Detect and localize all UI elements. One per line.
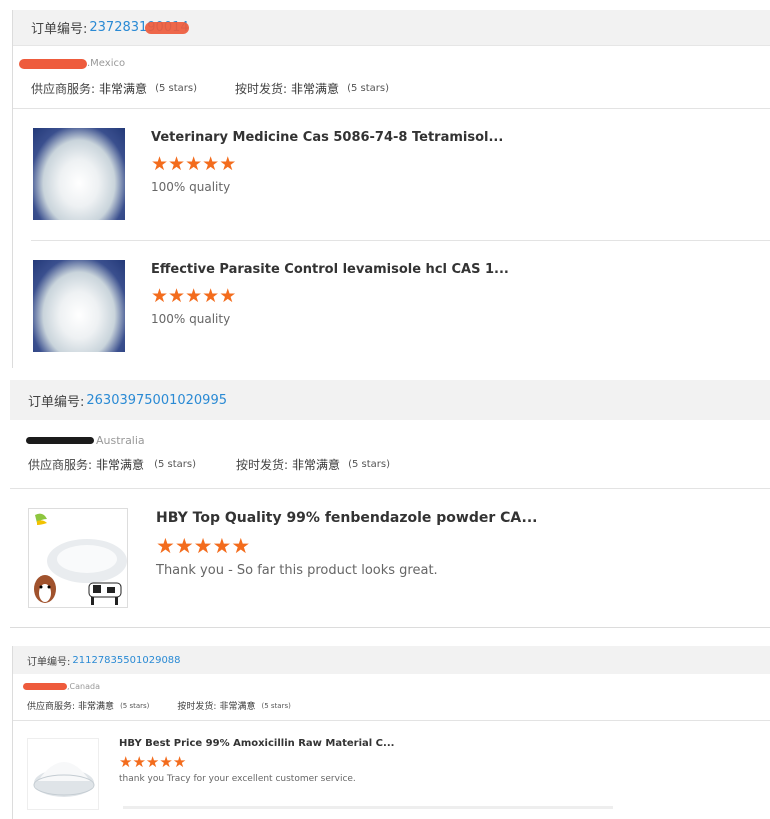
star-icon: ★	[119, 753, 133, 771]
order-number-label: 订单编号:	[28, 394, 85, 410]
item-info: HBY Top Quality 99% fenbendazole powder …	[156, 508, 537, 608]
star-icon: ★	[168, 285, 186, 307]
review-text: 100% quality	[151, 312, 231, 326]
divider	[13, 108, 770, 109]
rating-stars: ★ ★ ★ ★ ★	[151, 155, 503, 174]
ontime-value: 非常满意	[291, 82, 340, 96]
ontime-value: 非常满意	[219, 702, 256, 712]
supplier-service-label: 供应商服务:	[28, 458, 93, 472]
star-icon: ★	[151, 153, 169, 175]
supplier-service-value: 非常满意	[99, 82, 148, 96]
item-info: Effective Parasite Control levamisole hc…	[151, 260, 509, 352]
star-icon: ★	[212, 534, 232, 558]
item-info: HBY Best Price 99% Amoxicillin Raw Mater…	[119, 738, 394, 814]
divider	[10, 488, 770, 489]
order-card: 订单编号: 21127835501029088 ,Canada 供应商服务: 非…	[12, 646, 770, 819]
rating-stars: ★ ★ ★ ★ ★	[156, 536, 537, 557]
list-item: Effective Parasite Control levamisole hc…	[33, 260, 509, 352]
star-icon: ★	[219, 153, 237, 175]
product-title[interactable]: HBY Best Price 99% Amoxicillin Raw Mater…	[119, 738, 394, 749]
product-title[interactable]: Veterinary Medicine Cas 5086-74-8 Tetram…	[151, 130, 503, 145]
supplier-service-stars: (5 stars)	[154, 459, 196, 470]
order-header: 订单编号: 21127835501029088	[13, 646, 770, 674]
buyer-row: Australia	[26, 434, 145, 447]
buyer-row: ,Canada	[23, 682, 100, 691]
product-image[interactable]	[28, 508, 128, 608]
order-number-label: 订单编号:	[27, 656, 71, 668]
rating-stars: ★ ★ ★ ★ ★	[119, 755, 394, 770]
review-text: Thank you - So far this product looks gr…	[156, 563, 438, 578]
star-icon: ★	[193, 534, 213, 558]
powder-dish-icon	[33, 762, 95, 797]
star-icon: ★	[132, 753, 146, 771]
ontime-label: 按时发货:	[236, 458, 289, 472]
star-icon: ★	[159, 753, 173, 771]
ontime-value: 非常满意	[292, 458, 341, 472]
ontime-label: 按时发货:	[235, 82, 288, 96]
ontime-stars: (5 stars)	[348, 459, 390, 470]
supplier-service-stars: (5 stars)	[120, 701, 150, 710]
service-ratings: 供应商服务: 非常满意 (5 stars) 按时发货: 非常满意 (5 star…	[27, 699, 291, 713]
review-text: thank you Tracy for your excellent custo…	[119, 774, 356, 784]
product-title[interactable]: Effective Parasite Control levamisole hc…	[151, 262, 509, 277]
star-icon: ★	[202, 285, 220, 307]
supplier-service-label: 供应商服务:	[27, 702, 76, 712]
star-icon: ★	[185, 285, 203, 307]
star-icon: ★	[185, 153, 203, 175]
supplier-service-value: 非常满意	[96, 458, 145, 472]
ontime-label: 按时发货:	[177, 702, 217, 712]
star-icon: ★	[202, 153, 220, 175]
buyer-row: .Mexico	[19, 58, 125, 69]
redaction-mark	[144, 21, 189, 34]
supplier-service-value: 非常满意	[78, 702, 115, 712]
buyer-location: .Mexico	[87, 58, 126, 69]
order-card: 订单编号: 237283190014 .Mexico 供应商服务: 非常满意 (…	[12, 10, 770, 368]
star-icon: ★	[145, 753, 160, 771]
redaction-mark	[26, 437, 94, 444]
item-info: Veterinary Medicine Cas 5086-74-8 Tetram…	[151, 128, 503, 220]
star-icon: ★	[156, 534, 175, 558]
redaction-mark	[23, 683, 67, 690]
star-icon: ★	[231, 534, 251, 558]
redaction-mark	[19, 58, 87, 69]
order-number-label: 订单编号:	[31, 22, 88, 37]
service-ratings: 供应商服务: 非常满意 (5 stars) 按时发货: 非常满意 (5 star…	[31, 80, 389, 97]
list-item: HBY Best Price 99% Amoxicillin Raw Mater…	[27, 738, 394, 814]
rating-stars: ★ ★ ★ ★ ★	[151, 287, 509, 306]
ontime-stars: (5 stars)	[347, 83, 389, 94]
buyer-location: Australia	[96, 434, 145, 447]
order-number-link[interactable]: 21127835501029088	[72, 655, 180, 666]
product-image[interactable]	[27, 738, 99, 810]
divider	[31, 240, 770, 241]
star-icon: ★	[219, 285, 237, 307]
product-image[interactable]	[33, 128, 125, 220]
divider	[123, 806, 613, 809]
list-item: HBY Top Quality 99% fenbendazole powder …	[28, 508, 537, 608]
supplier-service-stars: (5 stars)	[155, 83, 197, 94]
order-card: 订单编号: 26303975001020995 Australia 供应商服务:…	[10, 380, 770, 628]
supplier-service-label: 供应商服务:	[31, 82, 96, 96]
star-icon: ★	[174, 534, 194, 558]
star-icon: ★	[168, 153, 186, 175]
ontime-stars: (5 stars)	[261, 701, 291, 710]
order-header: 订单编号: 26303975001020995	[10, 380, 770, 420]
list-item: Veterinary Medicine Cas 5086-74-8 Tetram…	[33, 128, 503, 220]
order-header: 订单编号: 237283190014	[13, 10, 770, 46]
product-image[interactable]	[33, 260, 125, 352]
order-number-link[interactable]: 26303975001020995	[86, 393, 227, 408]
service-ratings: 供应商服务: 非常满意 (5 stars) 按时发货: 非常满意 (5 star…	[28, 456, 390, 473]
product-title[interactable]: HBY Top Quality 99% fenbendazole powder …	[156, 510, 537, 526]
star-icon: ★	[151, 285, 169, 307]
product-photo-icon	[34, 513, 127, 605]
divider	[13, 720, 770, 721]
review-text: 100% quality	[151, 180, 231, 194]
buyer-location: ,Canada	[67, 682, 100, 691]
star-icon: ★	[172, 753, 187, 771]
